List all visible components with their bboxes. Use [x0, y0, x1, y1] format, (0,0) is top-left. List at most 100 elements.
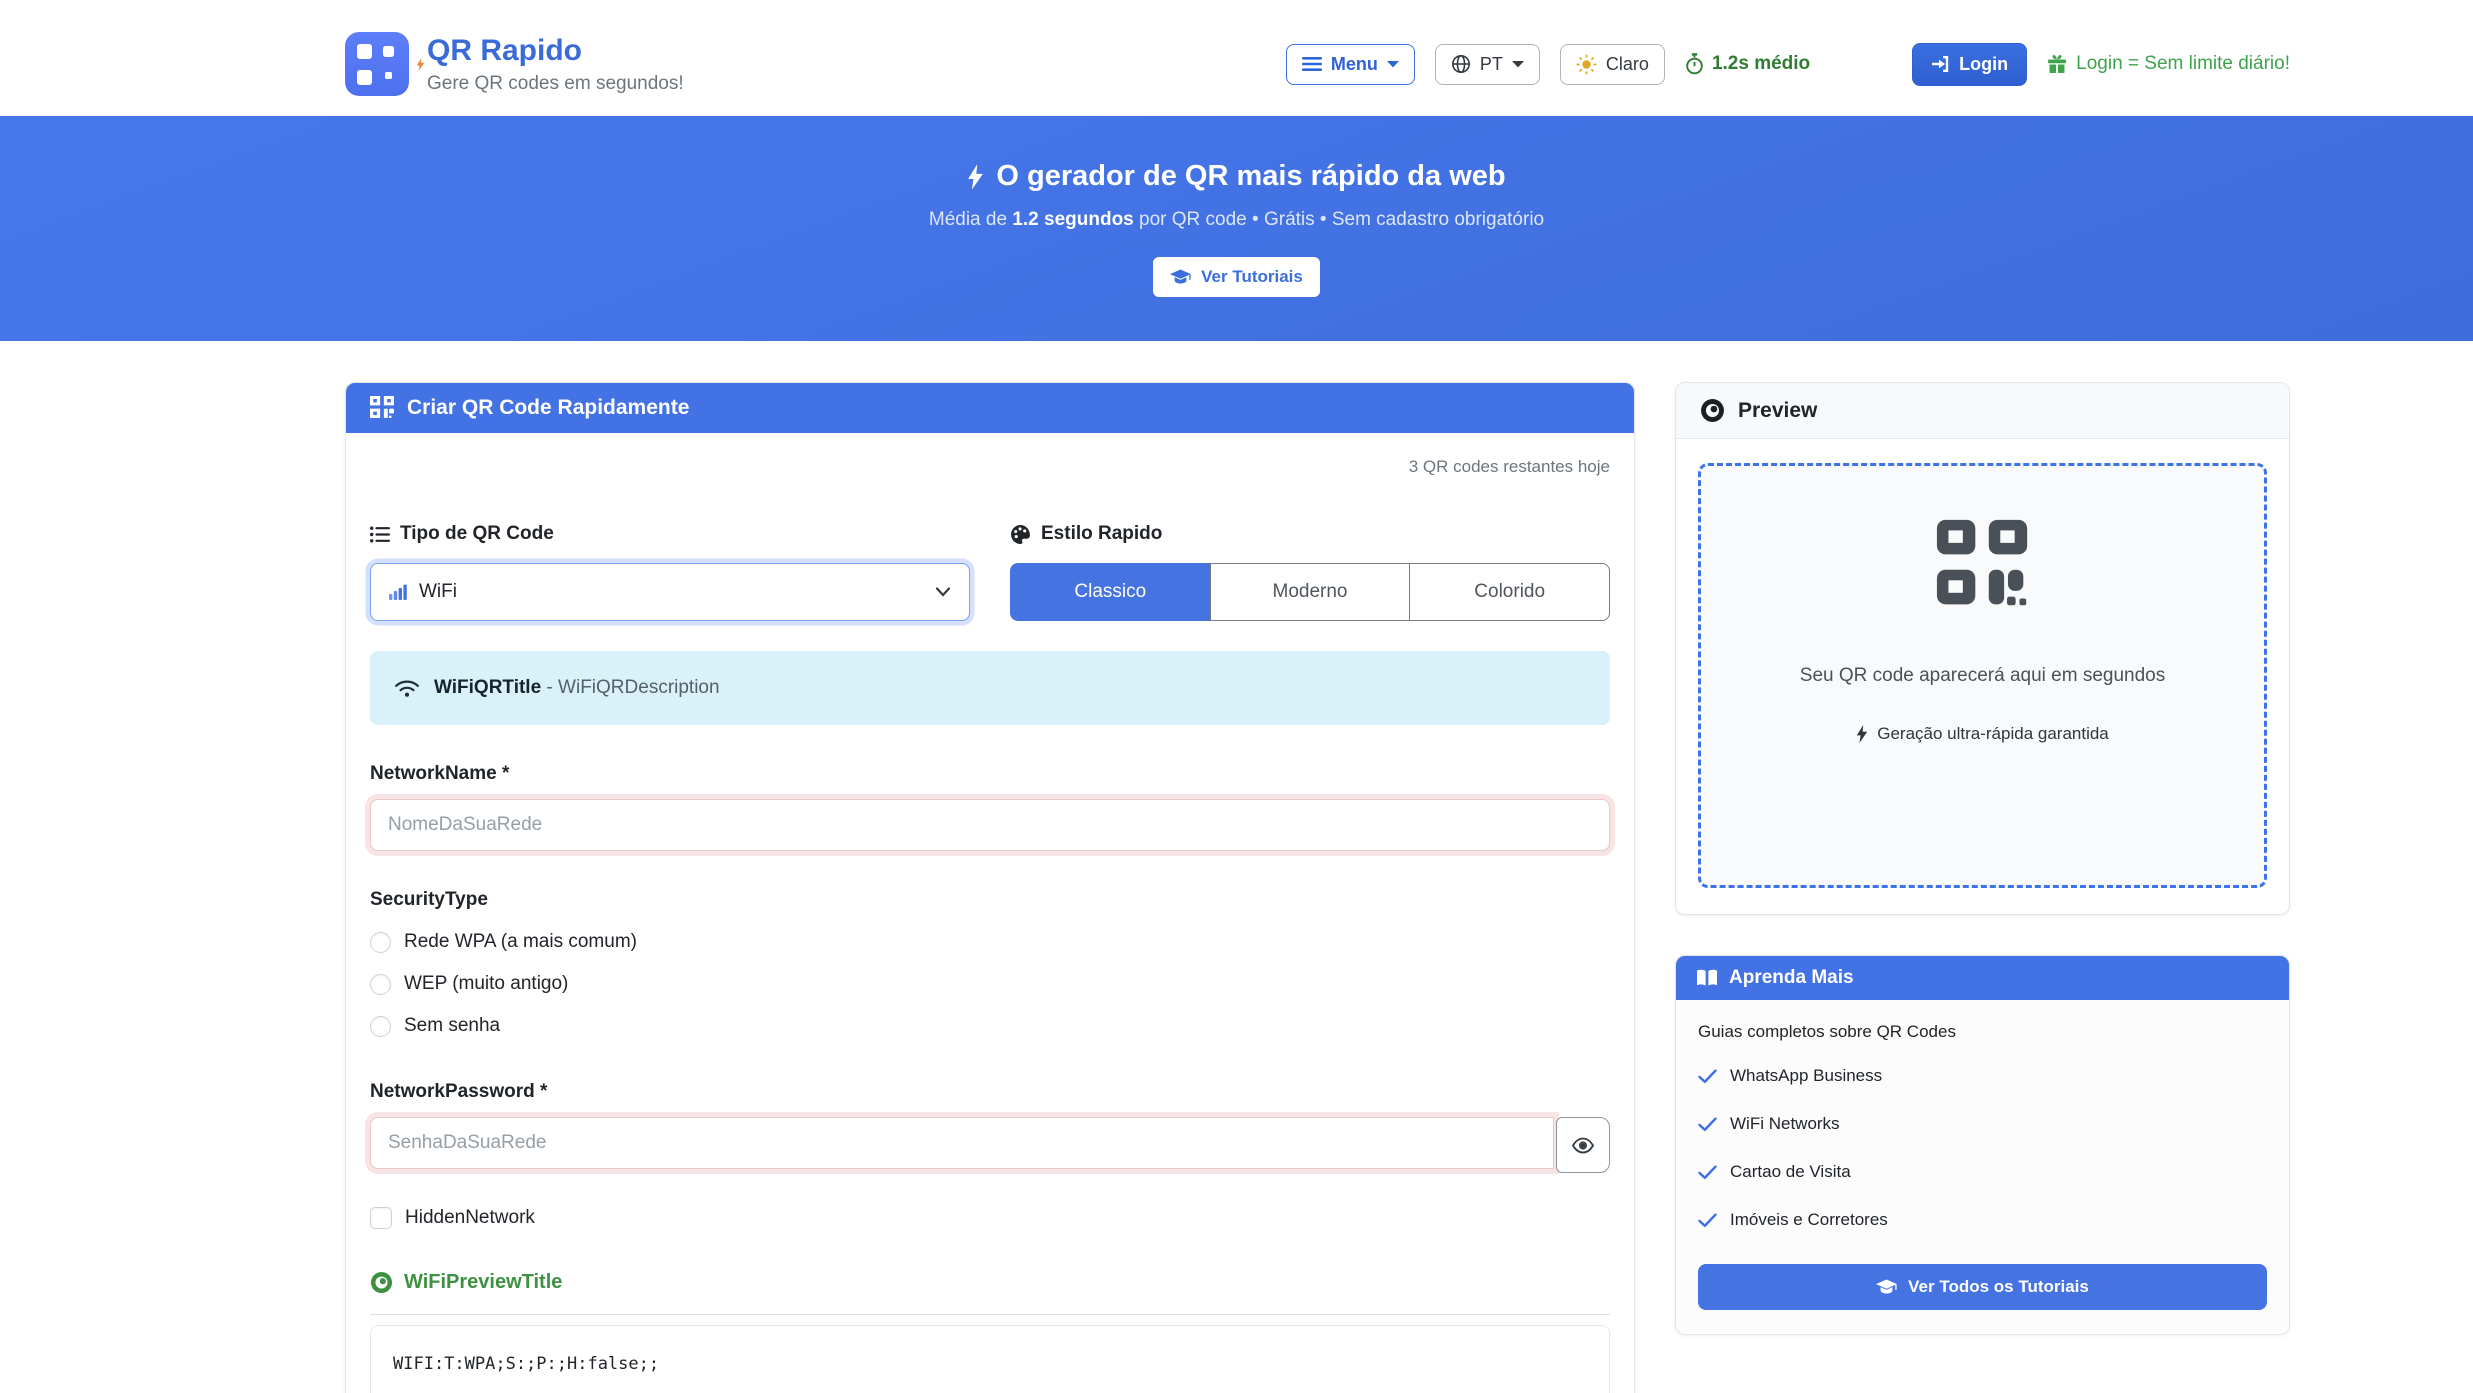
- network-name-input[interactable]: [370, 799, 1610, 851]
- qr-type-select[interactable]: WiFi: [370, 563, 970, 621]
- preview-body: Seu QR code aparecerá aqui em segundos G…: [1676, 439, 2289, 914]
- menu-label: Menu: [1331, 54, 1378, 75]
- security-type-label: SecurityType: [370, 889, 1610, 911]
- view-tutorials-label: Ver Tutoriais: [1201, 267, 1303, 287]
- learn-more-card: Aprenda Mais Guias completos sobre QR Co…: [1675, 955, 2290, 1335]
- qr-form-card: Criar QR Code Rapidamente 3 QR codes res…: [345, 382, 1635, 1393]
- language-label: PT: [1480, 54, 1503, 75]
- all-tutorials-label: Ver Todos os Tutoriais: [1908, 1277, 2089, 1297]
- quota-remaining: 3 QR codes restantes hoje: [370, 457, 1610, 477]
- login-promo-text: Login = Sem limite diário!: [2076, 53, 2290, 75]
- gift-icon: [2047, 54, 2067, 74]
- learn-card-body: Guias completos sobre QR Codes WhatsApp …: [1676, 1000, 2289, 1334]
- palette-icon: [1010, 524, 1031, 545]
- hero-title: O gerador de QR mais rápido da web: [967, 160, 1505, 193]
- speed-badge: 1.2s médio: [1685, 53, 1810, 75]
- form-card-title: Criar QR Code Rapidamente: [407, 396, 689, 420]
- login-arrow-icon: [1931, 55, 1950, 73]
- learn-item-wifi: WiFi Networks: [1698, 1100, 2267, 1148]
- network-password-input[interactable]: [370, 1117, 1554, 1169]
- radio-wep[interactable]: [370, 974, 391, 995]
- hero-title-text: O gerador de QR mais rápido da web: [996, 160, 1505, 193]
- stopwatch-icon: [1685, 53, 1704, 75]
- learn-item-imoveis: Imóveis e Corretores: [1698, 1196, 2267, 1244]
- hidden-network-label: HiddenNetwork: [405, 1207, 535, 1229]
- style-button-group: Classico Moderno Colorido: [1010, 563, 1610, 621]
- wifi-info-separator: -: [541, 677, 558, 698]
- hero-subtitle-bold: 1.2 segundos: [1012, 209, 1133, 230]
- menu-button[interactable]: Menu: [1286, 44, 1415, 85]
- security-type-options: Rede WPA (a mais comum) WEP (muito antig…: [370, 921, 1610, 1047]
- preview-note: Geração ultra-rápida garantida: [1731, 724, 2234, 744]
- eye-circle-icon: [370, 1271, 393, 1294]
- radio-wpa[interactable]: [370, 932, 391, 953]
- check-icon: [1698, 1117, 1717, 1132]
- learn-item-cartao: Cartao de Visita: [1698, 1148, 2267, 1196]
- header-actions: Menu PT: [1286, 43, 2290, 86]
- toggle-password-visibility-button[interactable]: [1556, 1117, 1610, 1173]
- wifi-preview-heading-text: WiFiPreviewTitle: [404, 1271, 562, 1294]
- language-button[interactable]: PT: [1435, 44, 1540, 85]
- learn-item-label: Imóveis e Corretores: [1730, 1210, 1888, 1230]
- right-sidebar: Preview Seu QR code aparecer: [1675, 382, 2290, 1335]
- page: QR Rapido Gere QR codes em segundos! Men…: [0, 0, 2473, 1393]
- list-icon: [370, 526, 390, 543]
- security-option-wep: WEP (muito antigo): [370, 963, 1610, 1005]
- main-content: Criar QR Code Rapidamente 3 QR codes res…: [345, 382, 2290, 1393]
- learn-item-label: WiFi Networks: [1730, 1114, 1840, 1134]
- network-password-label: NetworkPassword *: [370, 1081, 1610, 1103]
- qr-preview-dropzone: Seu QR code aparecerá aqui em segundos G…: [1698, 463, 2267, 888]
- check-icon: [1698, 1069, 1717, 1084]
- radio-wpa-label: Rede WPA (a mais comum): [404, 931, 637, 953]
- hero-subtitle-prefix: Média de: [929, 209, 1012, 230]
- wifi-code-text: WIFI:T:WPA;S:;P:;H:false;;: [393, 1354, 659, 1374]
- learn-card-header: Aprenda Mais: [1676, 956, 2289, 1000]
- lightning-icon: [967, 164, 984, 190]
- preview-card-header: Preview: [1676, 383, 2289, 439]
- login-button[interactable]: Login: [1912, 43, 2027, 86]
- speed-text: 1.2s médio: [1712, 53, 1810, 75]
- form-card-header: Criar QR Code Rapidamente: [346, 383, 1634, 433]
- all-tutorials-button[interactable]: Ver Todos os Tutoriais: [1698, 1264, 2267, 1310]
- learn-card-title: Aprenda Mais: [1729, 967, 1854, 989]
- graduation-cap-icon: [1876, 1279, 1897, 1296]
- hero-banner: O gerador de QR mais rápido da web Média…: [0, 116, 2473, 341]
- top-header: QR Rapido Gere QR codes em segundos! Men…: [0, 0, 2473, 116]
- wifi-icon: [394, 678, 420, 698]
- style-button-colorido[interactable]: Colorido: [1409, 563, 1610, 621]
- theme-toggle-button[interactable]: Claro: [1560, 44, 1665, 85]
- hidden-network-checkbox[interactable]: [370, 1207, 392, 1229]
- app-title: QR Rapido: [427, 33, 684, 69]
- login-label: Login: [1959, 54, 2008, 75]
- preview-card: Preview Seu QR code aparecer: [1675, 382, 2290, 915]
- hero-subtitle: Média de 1.2 segundos por QR code • Grát…: [929, 209, 1544, 231]
- book-icon: [1696, 969, 1718, 987]
- qr-type-value: WiFi: [419, 581, 457, 603]
- theme-label: Claro: [1606, 54, 1649, 75]
- learn-subtitle: Guias completos sobre QR Codes: [1698, 1022, 2267, 1042]
- security-option-none: Sem senha: [370, 1005, 1610, 1047]
- preview-placeholder-text: Seu QR code aparecerá aqui em segundos: [1763, 656, 2203, 696]
- learn-item-label: WhatsApp Business: [1730, 1066, 1882, 1086]
- qr-type-label: Tipo de QR Code: [400, 523, 554, 545]
- eye-icon: [1572, 1137, 1594, 1154]
- style-button-moderno[interactable]: Moderno: [1210, 563, 1411, 621]
- app-logo-qr-icon: [345, 32, 409, 96]
- preview-note-text: Geração ultra-rápida garantida: [1877, 724, 2109, 744]
- check-icon: [1698, 1213, 1717, 1228]
- app-subtitle: Gere QR codes em segundos!: [427, 73, 684, 95]
- check-icon: [1698, 1165, 1717, 1180]
- eye-circle-icon: [1700, 398, 1725, 423]
- style-button-classico[interactable]: Classico: [1010, 563, 1211, 621]
- learn-item-whatsapp: WhatsApp Business: [1698, 1052, 2267, 1100]
- password-input-group: [370, 1117, 1610, 1173]
- hamburger-icon: [1302, 56, 1322, 72]
- view-tutorials-button[interactable]: Ver Tutoriais: [1153, 257, 1320, 297]
- form-body: 3 QR codes restantes hoje Tipo: [346, 433, 1634, 1393]
- wifi-info-description: WiFiQRDescription: [558, 677, 720, 698]
- brand-text: QR Rapido Gere QR codes em segundos!: [427, 33, 684, 95]
- style-label: Estilo Rapido: [1041, 523, 1162, 545]
- style-label-row: Estilo Rapido: [1010, 523, 1610, 545]
- radio-nopass[interactable]: [370, 1016, 391, 1037]
- chevron-down-icon: [1387, 60, 1399, 68]
